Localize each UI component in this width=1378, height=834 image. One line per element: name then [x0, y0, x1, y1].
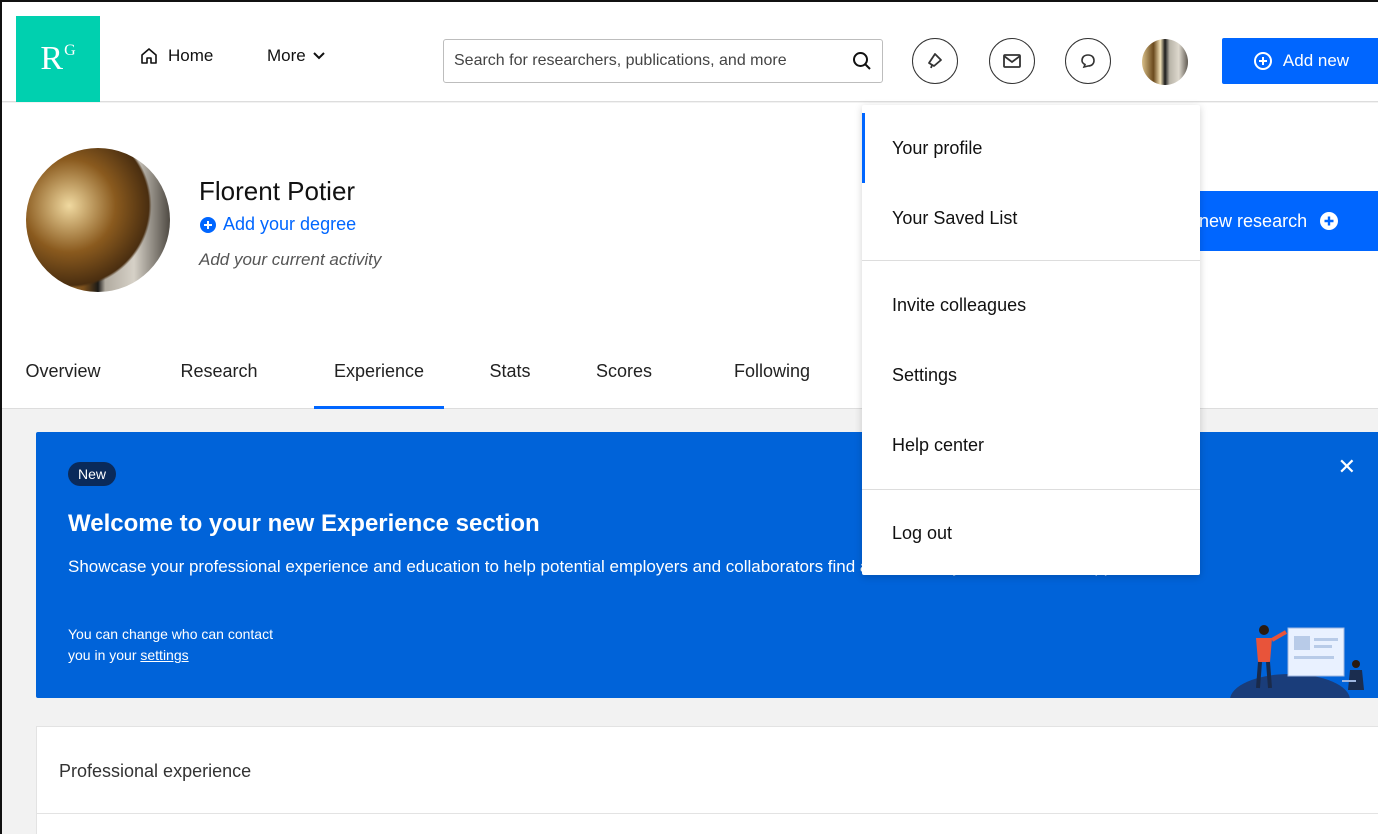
user-avatar[interactable] — [1142, 39, 1188, 85]
tab-following[interactable]: Following — [672, 333, 872, 409]
tab-label: Research — [180, 360, 258, 381]
menu-item-settings[interactable]: Settings — [862, 340, 1200, 410]
messages-button[interactable] — [989, 38, 1035, 84]
menu-item-label: Your profile — [892, 137, 983, 158]
close-icon[interactable]: ✕ — [1338, 454, 1356, 480]
menu-item-log-out[interactable]: Log out — [862, 498, 1200, 568]
plus-circle-icon — [200, 216, 216, 233]
profile-name: Florent Potier — [199, 176, 356, 206]
search-input[interactable] — [454, 52, 852, 70]
professional-experience-card: Professional experience — [36, 726, 1378, 834]
tab-scores[interactable]: Scores — [576, 333, 672, 409]
nav-more-menu[interactable]: More — [267, 46, 326, 66]
tab-label: Scores — [595, 360, 653, 381]
envelope-icon — [1003, 54, 1021, 68]
add-degree-link[interactable]: Add your degree — [199, 214, 356, 235]
tab-stats[interactable]: Stats — [444, 333, 576, 409]
tab-experience[interactable]: Experience — [314, 333, 444, 409]
menu-item-help-center[interactable]: Help center — [862, 410, 1200, 480]
banner-title: Welcome to your new Experience section — [68, 510, 540, 537]
chevron-down-icon — [313, 52, 325, 60]
researchgate-logo[interactable]: RG — [16, 16, 100, 102]
menu-item-label: Your Saved List — [892, 207, 1018, 228]
banner-contact-note: You can change who can contact you in yo… — [68, 624, 273, 666]
divider — [862, 489, 1200, 490]
contact-line-1: You can change who can contact — [68, 626, 273, 642]
nav-home-label: Home — [168, 46, 214, 65]
plus-circle-icon — [1320, 212, 1339, 230]
profile-avatar[interactable] — [26, 148, 170, 292]
home-icon — [141, 48, 157, 64]
logo-letter-g: G — [64, 42, 76, 59]
add-new-label: Add new — [1282, 51, 1350, 70]
chat-bubble-icon — [1081, 54, 1095, 69]
nav-more-label: More — [267, 46, 306, 65]
menu-item-your-profile[interactable]: Your profile — [862, 113, 1200, 183]
new-badge: New — [68, 462, 117, 486]
menu-item-label: Settings — [892, 364, 958, 385]
add-degree-label: Add your degree — [223, 214, 357, 234]
divider — [37, 813, 1378, 814]
tab-overview[interactable]: Overview — [2, 333, 124, 409]
menu-item-saved-list[interactable]: Your Saved List — [862, 183, 1200, 253]
plus-circle-icon — [1253, 52, 1272, 70]
page-frame: RG Home More Search for researchers, pub… — [0, 0, 1378, 834]
menu-item-label: Invite colleagues — [892, 294, 1027, 315]
notifications-button[interactable] — [912, 38, 958, 84]
bell-icon — [928, 53, 942, 69]
top-navigation: RG Home More Search for researchers, pub… — [2, 2, 1378, 102]
tab-label: Following — [733, 360, 811, 381]
presentation-illustration — [1230, 625, 1364, 698]
add-new-button[interactable]: Add new — [1222, 38, 1378, 84]
menu-item-invite-colleagues[interactable]: Invite colleagues — [862, 270, 1200, 340]
search-icon[interactable] — [852, 51, 872, 71]
contact-line-2: you in your settings — [68, 645, 273, 666]
account-dropdown-menu: Your profile Your Saved List Invite coll… — [862, 105, 1200, 575]
menu-item-label: Help center — [892, 434, 985, 455]
nav-home-link[interactable]: Home — [140, 46, 213, 66]
contact-line-2-prefix: you in your — [68, 647, 141, 663]
logo-letter-r: R — [40, 40, 64, 77]
menu-item-label: Log out — [892, 522, 953, 543]
divider — [862, 260, 1200, 261]
tab-label: Stats — [489, 360, 531, 381]
tab-label: Experience — [333, 360, 425, 381]
search-box — [443, 39, 883, 83]
professional-experience-title: Professional experience — [59, 761, 252, 781]
settings-link[interactable]: settings — [140, 647, 188, 663]
profile-tabs: Overview Research Experience Stats Score… — [2, 333, 872, 409]
tab-research[interactable]: Research — [124, 333, 330, 409]
chat-button[interactable] — [1065, 38, 1111, 84]
current-activity-link[interactable]: Add your current activity — [199, 250, 381, 270]
tab-label: Overview — [25, 360, 101, 381]
